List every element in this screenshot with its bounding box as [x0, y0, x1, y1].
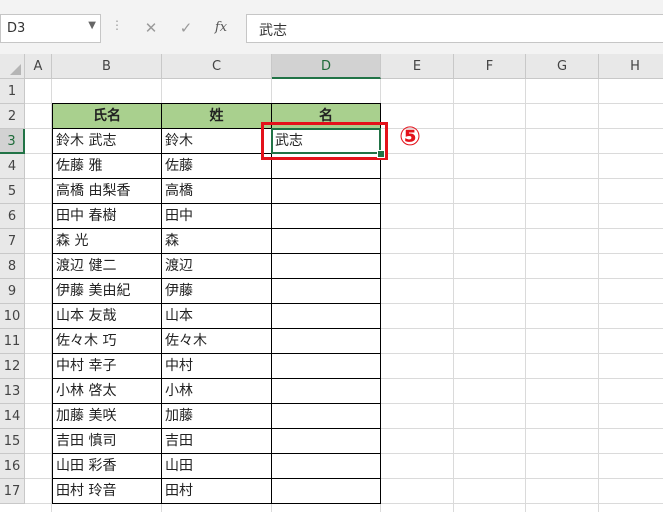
- table-header-cell[interactable]: 姓: [162, 103, 272, 129]
- table-cell[interactable]: 吉田: [162, 429, 272, 454]
- table-cell[interactable]: [272, 304, 381, 329]
- table-cell[interactable]: 渡辺 健二: [52, 254, 162, 279]
- table-cell[interactable]: 中村 幸子: [52, 354, 162, 379]
- table-cell[interactable]: 渡辺: [162, 254, 272, 279]
- table-cell[interactable]: 高橋: [162, 179, 272, 204]
- column-header-a[interactable]: A: [25, 54, 52, 79]
- enter-button[interactable]: ✓: [174, 17, 198, 39]
- table-cell[interactable]: 田村 玲音: [52, 479, 162, 504]
- gridline-v: [525, 79, 526, 512]
- column-header-g[interactable]: G: [526, 54, 599, 79]
- table-cell[interactable]: [272, 329, 381, 354]
- table-header-cell[interactable]: 氏名: [52, 103, 162, 129]
- table-cell[interactable]: 加藤 美咲: [52, 404, 162, 429]
- formula-input[interactable]: 武志: [246, 14, 663, 43]
- column-header-c[interactable]: C: [162, 54, 272, 79]
- row-header-15[interactable]: 15: [0, 429, 25, 454]
- column-header-f[interactable]: F: [454, 54, 526, 79]
- column-header-b[interactable]: B: [52, 54, 162, 79]
- table-cell[interactable]: 加藤: [162, 404, 272, 429]
- table-cell[interactable]: 鈴木 武志: [52, 129, 162, 154]
- row-header-10[interactable]: 10: [0, 304, 25, 329]
- insert-function-button[interactable]: fx: [209, 17, 233, 39]
- row-header-3[interactable]: 3: [0, 129, 25, 154]
- table-cell[interactable]: [272, 204, 381, 229]
- select-all-icon: [10, 64, 21, 75]
- table-cell[interactable]: 鈴木: [162, 129, 272, 154]
- select-all-button[interactable]: [0, 54, 25, 79]
- table-cell[interactable]: 伊藤: [162, 279, 272, 304]
- table-cell[interactable]: 佐々木 巧: [52, 329, 162, 354]
- table-cell[interactable]: 小林 啓太: [52, 379, 162, 404]
- table-cell[interactable]: 佐藤 雅: [52, 154, 162, 179]
- name-box-value: D3: [7, 21, 26, 36]
- row-header-12[interactable]: 12: [0, 354, 25, 379]
- table-cell[interactable]: 高橋 由梨香: [52, 179, 162, 204]
- row-header-14[interactable]: 14: [0, 404, 25, 429]
- table-cell[interactable]: [272, 354, 381, 379]
- table-cell[interactable]: [272, 279, 381, 304]
- table-cell[interactable]: 山田 彩香: [52, 454, 162, 479]
- row-header-4[interactable]: 4: [0, 154, 25, 179]
- gridline-v: [598, 79, 599, 512]
- active-cell-border: [271, 128, 381, 154]
- row-header-5[interactable]: 5: [0, 179, 25, 204]
- formula-bar-grip-icon: ⋮: [111, 18, 123, 32]
- table-cell[interactable]: 佐藤: [162, 154, 272, 179]
- table-cell[interactable]: [272, 254, 381, 279]
- table-cell[interactable]: 森: [162, 229, 272, 254]
- column-header-h[interactable]: H: [599, 54, 663, 79]
- row-header-16[interactable]: 16: [0, 454, 25, 479]
- table-cell[interactable]: 小林: [162, 379, 272, 404]
- row-header-6[interactable]: 6: [0, 204, 25, 229]
- row-header-13[interactable]: 13: [0, 379, 25, 404]
- gridline-v: [453, 79, 454, 512]
- table-cell[interactable]: [272, 429, 381, 454]
- table-cell[interactable]: [272, 454, 381, 479]
- table-cell[interactable]: [272, 179, 381, 204]
- row-header-2[interactable]: 2: [0, 104, 25, 129]
- table-cell[interactable]: 山本 友哉: [52, 304, 162, 329]
- step-marker: ⑤: [399, 122, 422, 152]
- row-header-17[interactable]: 17: [0, 479, 25, 504]
- table-cell[interactable]: [272, 479, 381, 504]
- cancel-button[interactable]: ✕: [139, 17, 163, 39]
- table-cell[interactable]: [272, 229, 381, 254]
- fill-handle[interactable]: [377, 150, 385, 158]
- table-cell[interactable]: 田村: [162, 479, 272, 504]
- table-cell[interactable]: 田中: [162, 204, 272, 229]
- table-cell[interactable]: 田中 春樹: [52, 204, 162, 229]
- chevron-down-icon[interactable]: ▼: [88, 20, 96, 31]
- table-cell[interactable]: 山田: [162, 454, 272, 479]
- table-cell[interactable]: [272, 379, 381, 404]
- formula-bar: D3 ▼ ⋮ ✕ ✓ fx 武志: [0, 0, 663, 54]
- table-cell[interactable]: 中村: [162, 354, 272, 379]
- table-cell[interactable]: 佐々木: [162, 329, 272, 354]
- row-header-8[interactable]: 8: [0, 254, 25, 279]
- column-header-e[interactable]: E: [381, 54, 454, 79]
- table-cell[interactable]: [272, 404, 381, 429]
- table-cell[interactable]: 森 光: [52, 229, 162, 254]
- row-header-1[interactable]: 1: [0, 79, 25, 104]
- row-header-11[interactable]: 11: [0, 329, 25, 354]
- formula-input-value: 武志: [259, 23, 287, 39]
- row-header-7[interactable]: 7: [0, 229, 25, 254]
- table-cell[interactable]: 伊藤 美由紀: [52, 279, 162, 304]
- row-header-9[interactable]: 9: [0, 279, 25, 304]
- name-box[interactable]: D3 ▼: [0, 14, 101, 43]
- spreadsheet-grid: ABCDEFGH 1 2 3 4 5 6 7 8 9 10 11 12 13 14 15 16 17 氏名姓名鈴…: [0, 54, 663, 512]
- table-cell[interactable]: 吉田 慎司: [52, 429, 162, 454]
- table-cell[interactable]: 山本: [162, 304, 272, 329]
- column-header-d[interactable]: D: [272, 54, 381, 79]
